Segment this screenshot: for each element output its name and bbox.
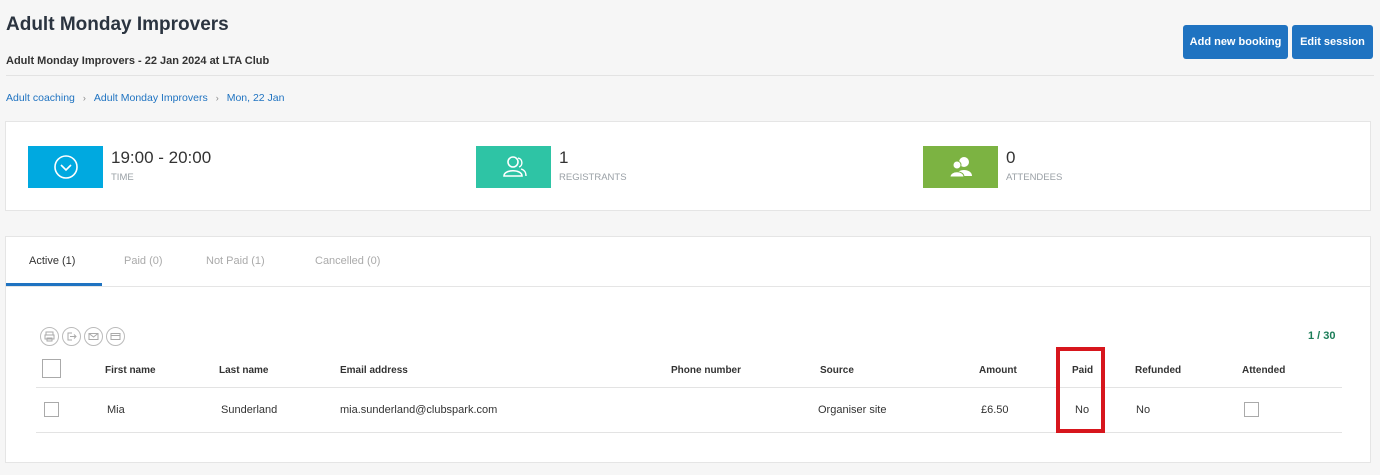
column-header-source[interactable]: Source [820, 365, 854, 376]
cell-source: Organiser site [818, 404, 887, 416]
column-header-last-name[interactable]: Last name [219, 365, 268, 376]
registrants-value: 1 [559, 148, 569, 167]
email-icon[interactable] [84, 327, 103, 346]
users-filled-icon [923, 146, 998, 188]
cell-amount: £6.50 [981, 404, 1009, 416]
column-header-phone[interactable]: Phone number [671, 365, 741, 376]
column-header-email[interactable]: Email address [340, 365, 408, 376]
add-new-booking-button[interactable]: Add new booking [1183, 25, 1288, 59]
edit-session-button[interactable]: Edit session [1292, 25, 1373, 59]
active-tab-indicator [6, 283, 102, 286]
page-title: Adult Monday Improvers [6, 14, 229, 35]
row-select-checkbox[interactable] [44, 402, 59, 417]
session-subtitle: Adult Monday Improvers - 22 Jan 2024 at … [6, 55, 270, 67]
cell-refunded: No [1136, 404, 1151, 416]
breadcrumb-item-session[interactable]: Adult Monday Improvers [94, 92, 208, 104]
paid-column-highlight [1056, 347, 1105, 433]
attendees-value: 0 [1006, 148, 1016, 167]
tab-active[interactable]: Active (1) [29, 255, 75, 267]
attended-checkbox[interactable] [1244, 402, 1259, 417]
table-header-divider [36, 387, 1342, 388]
cell-first-name: Mia [107, 404, 125, 416]
time-value: 19:00 - 20:00 [111, 148, 212, 167]
export-icon[interactable] [62, 327, 81, 346]
column-header-refunded[interactable]: Refunded [1135, 365, 1181, 376]
tab-cancelled[interactable]: Cancelled (0) [315, 255, 380, 267]
tab-paid[interactable]: Paid (0) [124, 255, 163, 267]
cell-email: mia.sunderland@clubspark.com [340, 404, 498, 416]
header-divider [6, 75, 1374, 76]
tab-not-paid[interactable]: Not Paid (1) [206, 255, 265, 267]
registrants-label: REGISTRANTS [559, 172, 627, 183]
select-all-checkbox[interactable] [42, 359, 61, 378]
column-header-attended[interactable]: Attended [1242, 365, 1285, 376]
clock-icon [28, 146, 103, 188]
session-stats-card: 19:00 - 20:00 TIME 1 REGISTRANTS 0 ATTEN… [5, 121, 1371, 211]
table-row-divider [36, 432, 1342, 433]
breadcrumb-item-date[interactable]: Mon, 22 Jan [227, 92, 285, 104]
page-counter: 1 / 30 [1308, 330, 1336, 342]
booking-tabs: Active (1) Paid (0) Not Paid (1) Cancell… [6, 237, 1370, 287]
column-header-first-name[interactable]: First name [105, 365, 156, 376]
breadcrumb-item-adult-coaching[interactable]: Adult coaching [6, 92, 75, 104]
time-label: TIME [111, 172, 134, 183]
bookings-card: Active (1) Paid (0) Not Paid (1) Cancell… [5, 236, 1371, 463]
column-header-amount[interactable]: Amount [979, 365, 1017, 376]
breadcrumb-separator: › [215, 93, 219, 103]
attendees-label: ATTENDEES [1006, 172, 1063, 183]
users-outline-icon [476, 146, 551, 188]
cell-last-name: Sunderland [221, 404, 278, 416]
breadcrumb: Adult coaching › Adult Monday Improvers › Mo… [6, 92, 285, 104]
print-icon[interactable] [40, 327, 59, 346]
card-icon[interactable] [106, 327, 125, 346]
breadcrumb-separator: › [82, 93, 86, 103]
